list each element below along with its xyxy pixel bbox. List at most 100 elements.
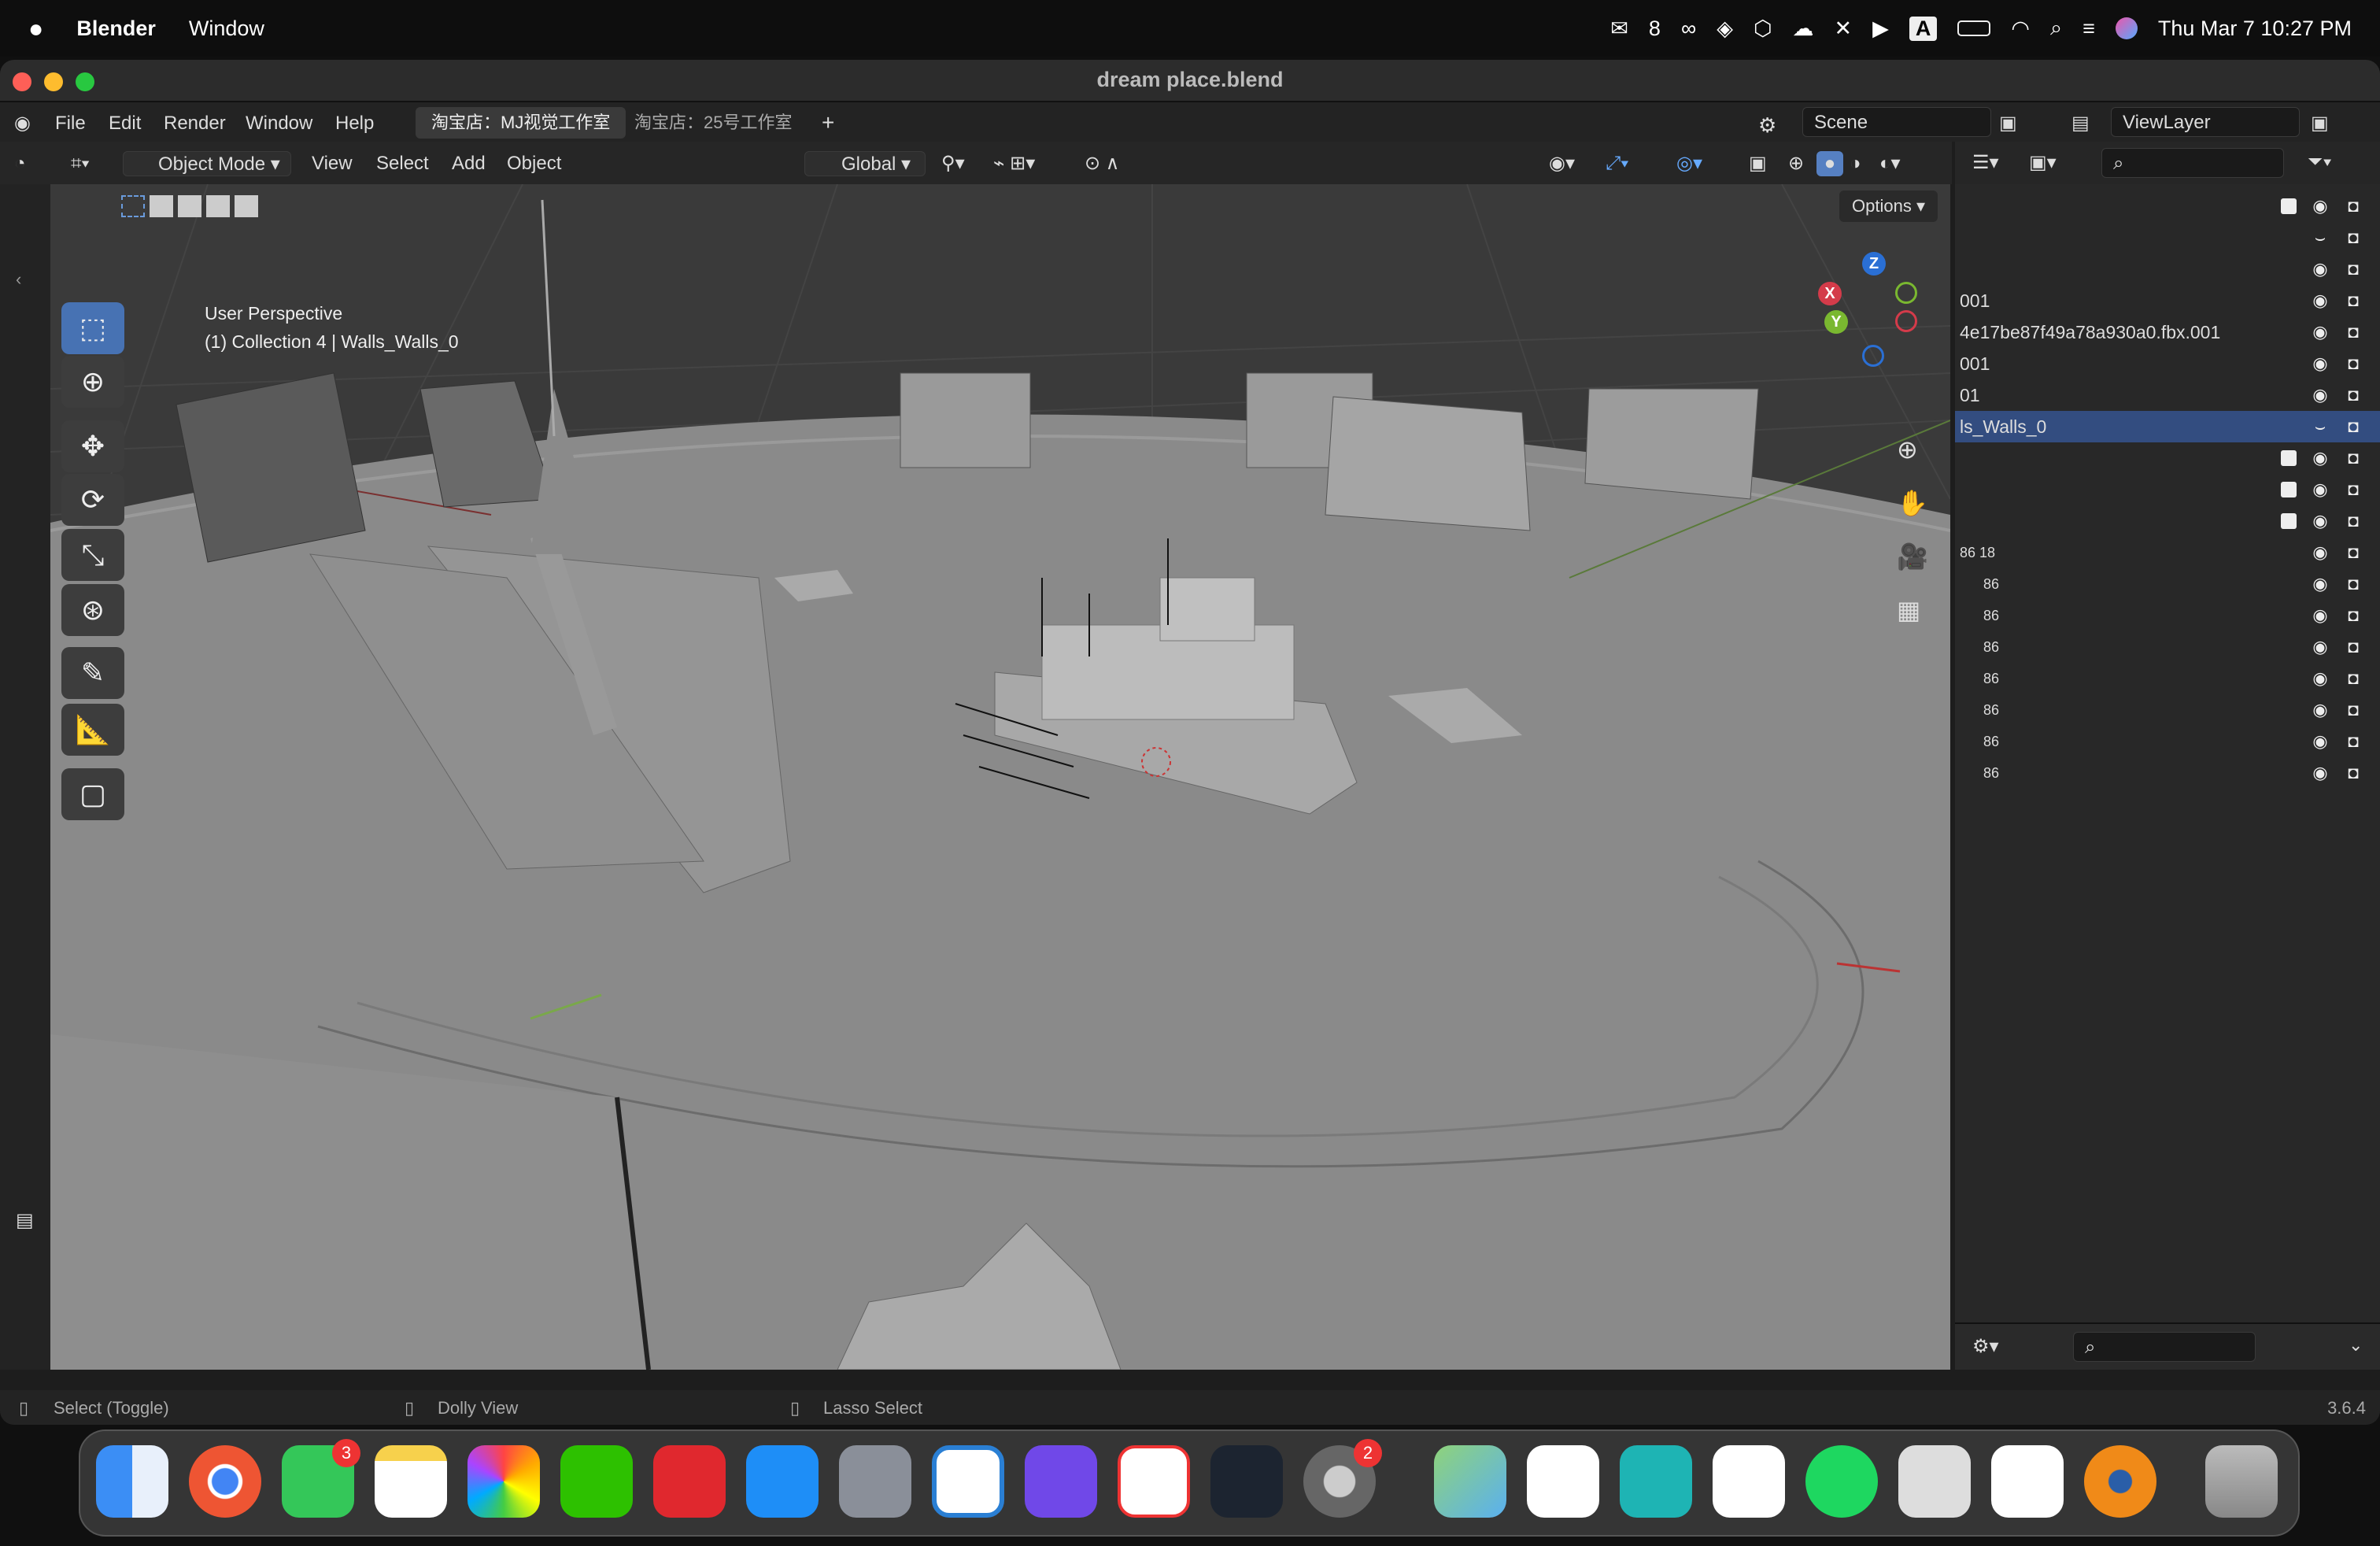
filter-view-icon[interactable]: ▣▾ (2029, 151, 2057, 174)
visibility-eye-icon[interactable]: ◉ (2311, 669, 2330, 688)
render-camera-icon[interactable]: ◘ (2344, 323, 2363, 342)
outliner-row[interactable]: ◉ ◘ (1955, 442, 2380, 474)
render-camera-icon[interactable]: ◘ (2344, 417, 2363, 436)
render-camera-icon[interactable]: ◘ (2344, 291, 2363, 310)
outliner-row[interactable]: 86 ◉ ◘ (1955, 663, 2380, 694)
exclude-checkbox[interactable] (2281, 482, 2297, 497)
visibility-eye-icon[interactable]: ◉ (2311, 764, 2330, 782)
app-store-icon[interactable] (746, 1445, 819, 1518)
transform-icon[interactable]: ⌗▾ (71, 151, 90, 176)
visibility-eye-icon[interactable]: ◉ (2311, 606, 2330, 625)
cube-icon[interactable]: ⬡ (1754, 17, 1772, 41)
ortho-grid-icon[interactable]: ▦ (1897, 595, 1920, 625)
proportional-icon[interactable]: ⊙ ∧ (1085, 151, 1119, 176)
play-icon[interactable]: ▶ (1872, 17, 1889, 41)
exclude-checkbox[interactable] (2281, 198, 2297, 214)
visibility-eye-icon[interactable]: ◉ (2311, 638, 2330, 656)
outliner-row[interactable]: ◉ ◘ (1955, 505, 2380, 537)
visibility-eye-icon[interactable]: ◉ (2311, 323, 2330, 342)
visibility-eye-icon[interactable]: ◉ (2311, 260, 2330, 279)
filter-icon[interactable]: ⏷▾ (2308, 151, 2332, 173)
display-mode-icon[interactable]: ☰▾ (1972, 151, 1999, 174)
maps-icon[interactable] (1434, 1445, 1506, 1518)
visibility-eye-icon[interactable]: ◉ (2311, 354, 2330, 373)
outliner-row[interactable]: 01 ◉ ◘ (1955, 379, 2380, 411)
slack-icon[interactable] (1527, 1445, 1599, 1518)
outliner-row[interactable]: ◉ ◘ (1955, 253, 2380, 285)
menu-object[interactable]: Object (507, 151, 561, 176)
outliner-row[interactable]: 86 ◉ ◘ (1955, 757, 2380, 789)
outliner-row[interactable]: 001 ◉ ◘ (1955, 348, 2380, 379)
cursor-tool[interactable]: ⊕ (61, 356, 124, 408)
workspace-tab-mj[interactable]: 淘宝店：MJ视觉工作室 (416, 107, 626, 139)
material-shading-icon[interactable]: ◑ (1850, 151, 1861, 176)
gizmo-toggle-icon[interactable]: ⤢▾ (1606, 151, 1628, 176)
visibility-eye-icon[interactable]: ◉ (2311, 732, 2330, 751)
render-camera-icon[interactable]: ◘ (2344, 197, 2363, 216)
creative-cloud-icon[interactable]: ∞ (1681, 17, 1696, 41)
add-cube-tool[interactable]: ▢ (61, 768, 124, 820)
render-camera-icon[interactable]: ◘ (2344, 701, 2363, 719)
options-dropdown[interactable]: Options ▾ (1839, 190, 1938, 222)
orientation-select[interactable]: Global ▾ (804, 151, 926, 176)
new-viewlayer-icon[interactable]: ▣ (2311, 112, 2329, 135)
gizmo-neg-z[interactable] (1862, 345, 1884, 367)
wireframe-shading-icon[interactable]: ⊕ (1788, 151, 1804, 176)
visibility-eye-icon[interactable]: ◉ (2311, 543, 2330, 562)
keyboard-input-icon[interactable]: A (1909, 16, 1938, 41)
render-camera-icon[interactable]: ◘ (2344, 449, 2363, 468)
rotate-tool[interactable]: ⟳ (61, 474, 124, 526)
render-camera-icon[interactable]: ◘ (2344, 228, 2363, 247)
render-camera-icon[interactable]: ◘ (2344, 764, 2363, 782)
visibility-eye-icon[interactable]: ◉ (2311, 480, 2330, 499)
outliner-row[interactable]: ⌣ ◘ (1955, 222, 2380, 253)
visibility-eye-icon[interactable]: ◉ (2311, 291, 2330, 310)
spotify-icon[interactable] (1805, 1445, 1878, 1518)
outliner-row[interactable]: 86 ◉ ◘ (1955, 694, 2380, 726)
render-camera-icon[interactable]: ◘ (2344, 260, 2363, 279)
gizmo-y-axis[interactable]: Y (1824, 310, 1848, 334)
visibility-eye-icon[interactable]: ◉ (2311, 449, 2330, 468)
visibility-eye-icon[interactable]: ◉ (2311, 512, 2330, 531)
menu-render[interactable]: Render (164, 110, 226, 137)
wps-icon[interactable] (1118, 1445, 1190, 1518)
launchpad-icon[interactable] (839, 1445, 911, 1518)
transform-tool[interactable]: ⊛ (61, 584, 124, 636)
solid-shading-icon[interactable]: ● (1816, 151, 1843, 176)
add-workspace-button[interactable]: + (806, 107, 850, 139)
navigation-gizmo[interactable]: Z X Y (1813, 252, 1931, 370)
properties-icon[interactable]: ⚙▾ (1972, 1335, 1999, 1358)
menu-window[interactable]: Window (189, 17, 264, 41)
snap-icon[interactable]: ⌁ ⊞▾ (993, 151, 1035, 176)
rendered-shading-icon[interactable]: ◐▾ (1879, 151, 1901, 176)
visibility-eye-icon[interactable]: ◉ (2311, 575, 2330, 594)
render-camera-icon[interactable]: ◘ (2344, 480, 2363, 499)
render-camera-icon[interactable]: ◘ (2344, 386, 2363, 405)
editor-type-icon[interactable]: ◔ (14, 151, 26, 176)
gizmo-x-axis[interactable]: X (1818, 282, 1842, 305)
menu-select[interactable]: Select (376, 151, 429, 176)
gizmo-neg-x[interactable] (1895, 310, 1917, 332)
gizmo-neg-y[interactable] (1895, 282, 1917, 304)
scale-tool[interactable]: ⤡ (61, 529, 124, 581)
outliner-row[interactable]: 001 ◉ ◘ (1955, 285, 2380, 316)
outliner-row[interactable]: 86 ◉ ◘ (1955, 726, 2380, 757)
render-camera-icon[interactable]: ◘ (2344, 354, 2363, 373)
select-mode-icons[interactable] (121, 195, 258, 217)
xcode-icon[interactable] (1210, 1445, 1283, 1518)
render-camera-icon[interactable]: ◘ (2344, 575, 2363, 594)
scene-icon[interactable]: ⚙ (1758, 113, 1776, 138)
netease-music-icon[interactable] (653, 1445, 726, 1518)
visibility-eye-icon[interactable]: ⌣ (2311, 417, 2330, 436)
datetime[interactable]: Thu Mar 7 10:27 PM (2158, 17, 2352, 41)
visibility-eye-icon[interactable]: ◉ (2311, 701, 2330, 719)
vscode-icon[interactable] (932, 1445, 1004, 1518)
blender-logo-icon[interactable]: ◉ (14, 110, 31, 137)
render-camera-icon[interactable]: ◘ (2344, 543, 2363, 562)
3d-viewport[interactable]: User Perspective (1) Collection 4 | Wall… (50, 184, 1950, 1370)
mute-icon[interactable]: ✕ (1835, 17, 1853, 41)
render-camera-icon[interactable]: ◘ (2344, 638, 2363, 656)
render-camera-icon[interactable]: ◘ (2344, 732, 2363, 751)
photos-icon[interactable] (468, 1445, 540, 1518)
annotate-tool[interactable]: ✎ (61, 647, 124, 699)
